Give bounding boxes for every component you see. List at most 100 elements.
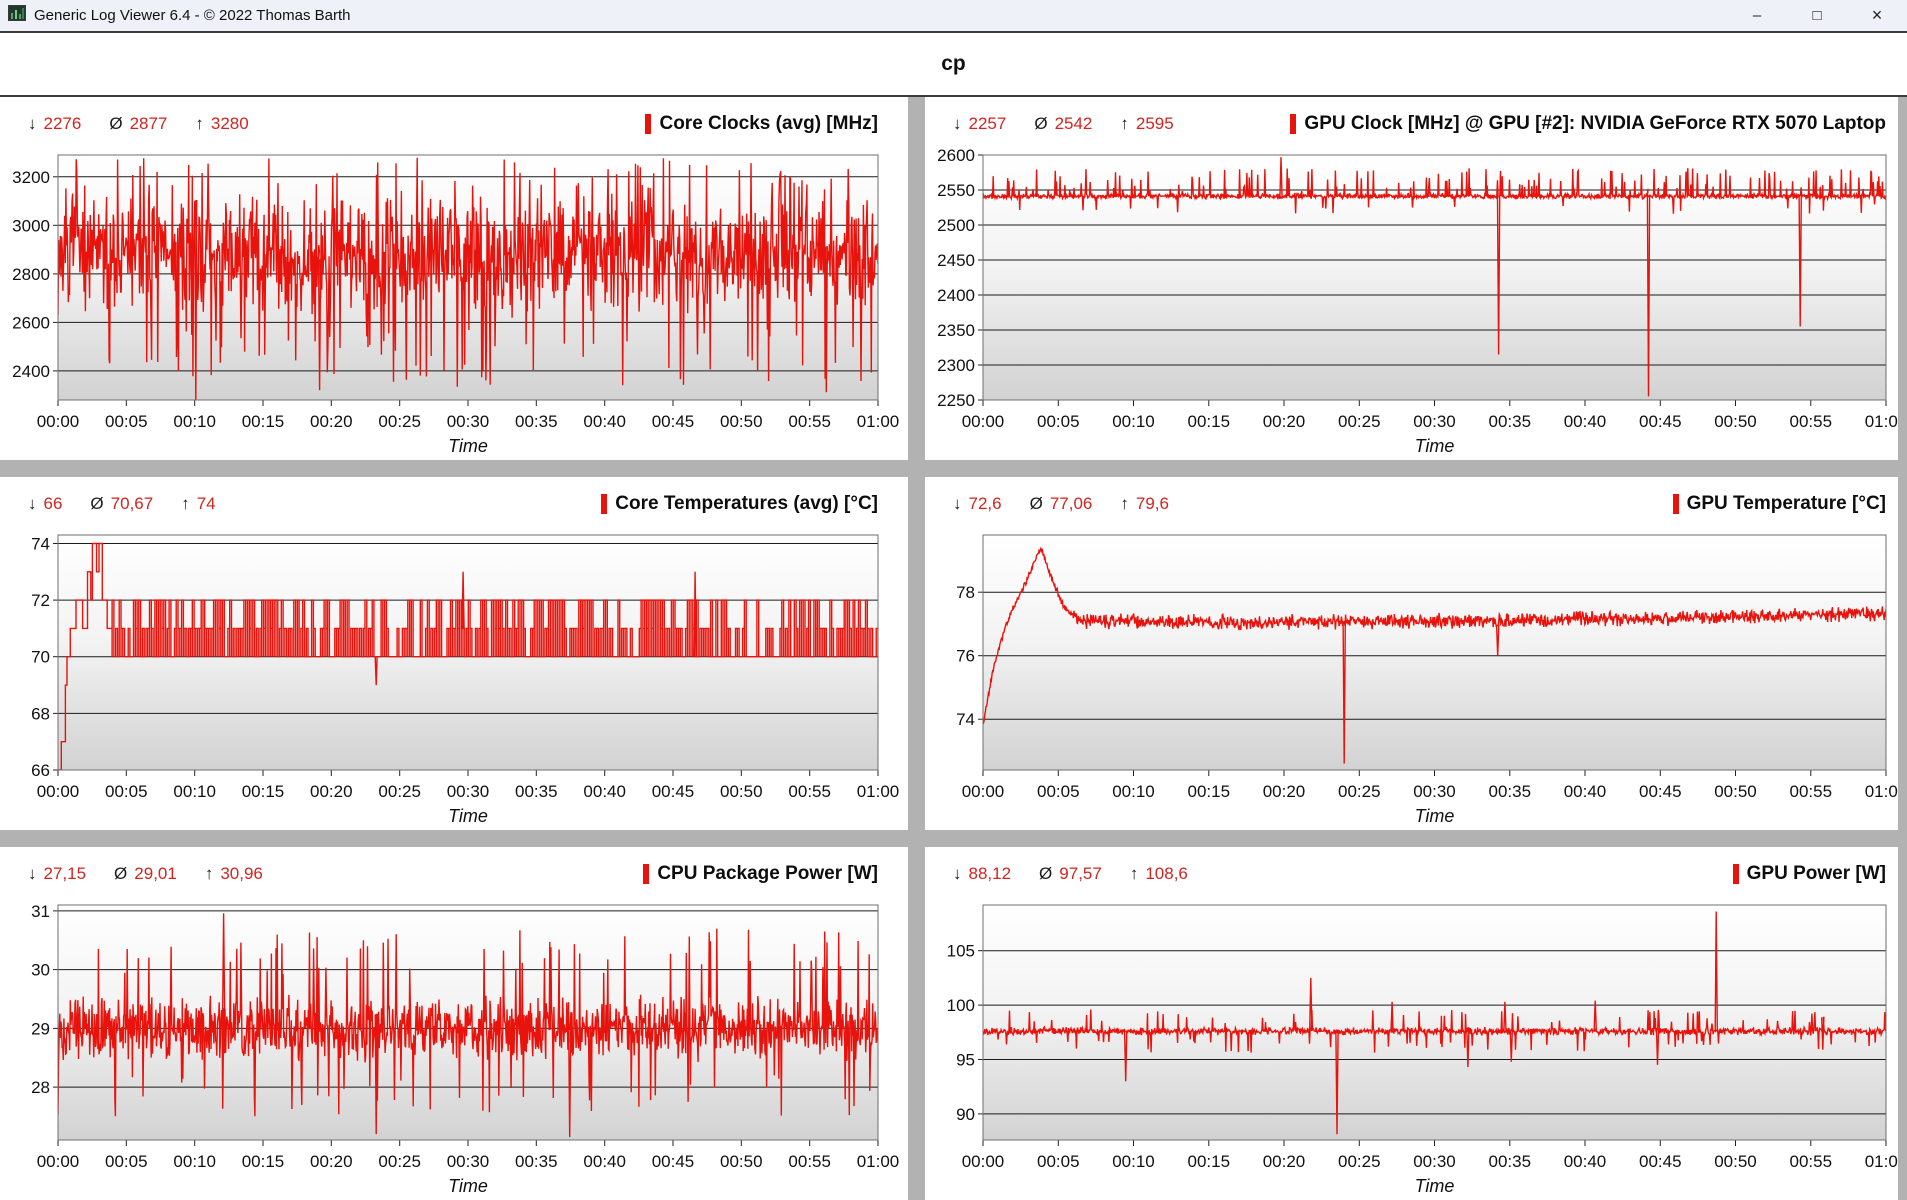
svg-text:00:30: 00:30 xyxy=(447,782,490,801)
svg-text:00:30: 00:30 xyxy=(1413,782,1456,801)
stat-avg: 70,67 xyxy=(110,494,154,513)
svg-text:00:50: 00:50 xyxy=(720,412,763,431)
svg-text:00:40: 00:40 xyxy=(1564,412,1607,431)
svg-text:01:00: 01:00 xyxy=(857,782,900,801)
stat-min: 2257 xyxy=(968,114,1007,133)
svg-text:00:25: 00:25 xyxy=(378,1152,421,1171)
svg-text:00:25: 00:25 xyxy=(1338,1152,1381,1171)
stat-avg: 77,06 xyxy=(1049,494,1093,513)
svg-text:2800: 2800 xyxy=(12,265,50,284)
maximize-button[interactable]: □ xyxy=(1787,0,1847,31)
svg-text:2550: 2550 xyxy=(937,181,975,200)
svg-text:00:00: 00:00 xyxy=(962,1152,1005,1171)
chart-legend: Core Clocks (avg) [MHz] xyxy=(645,113,878,135)
chart-stats: ↓ 27,15 Ø 29,01 ↑ 30,96 xyxy=(28,864,263,884)
stat-min: 88,12 xyxy=(968,864,1012,883)
chart-legend: CPU Package Power [W] xyxy=(643,863,878,885)
svg-text:00:55: 00:55 xyxy=(1790,782,1833,801)
svg-text:00:35: 00:35 xyxy=(1489,412,1532,431)
chart-panel-gpu-power: ↓ 88,12 Ø 97,57 ↑ 108,6 GPU Power [W] 90 95 1… xyxy=(925,847,1898,1200)
minimize-button[interactable]: – xyxy=(1727,0,1787,31)
stat-min: 66 xyxy=(43,494,63,513)
svg-text:Time: Time xyxy=(1415,436,1455,456)
svg-text:Time: Time xyxy=(448,436,488,456)
chart-plot-core-clocks[interactable]: 2400 2600 2800 3000 3200 00:00 00:05 00:10 00:15… xyxy=(0,147,908,460)
chart-plot-gpu-clock[interactable]: 2250 2300 2350 2400 2450 2500 2550 2600 00:00 00:… xyxy=(925,147,1898,460)
svg-text:00:55: 00:55 xyxy=(1790,412,1833,431)
stat-avg: 97,57 xyxy=(1059,864,1102,883)
chart-header: ↓ 72,6 Ø 77,06 ↑ 79,6 GPU Temperature [°C] xyxy=(925,481,1898,527)
svg-text:2600: 2600 xyxy=(12,313,50,332)
svg-text:00:50: 00:50 xyxy=(1714,412,1757,431)
svg-text:95: 95 xyxy=(956,1051,975,1070)
avg-icon: Ø xyxy=(109,114,123,133)
svg-text:00:40: 00:40 xyxy=(583,412,626,431)
stat-avg: 2542 xyxy=(1054,114,1093,133)
svg-text:3200: 3200 xyxy=(12,168,50,187)
svg-text:2350: 2350 xyxy=(937,321,975,340)
svg-text:00:30: 00:30 xyxy=(447,412,490,431)
chart-plot-cpu-package-power[interactable]: 28 29 30 31 00:00 00:05 00:10 00:15 00:20 00:25 00… xyxy=(0,897,908,1200)
svg-text:00:10: 00:10 xyxy=(1112,412,1155,431)
page-title-text: cp xyxy=(941,52,966,75)
chart-title: Core Clocks (avg) [MHz] xyxy=(659,113,878,134)
svg-text:00:20: 00:20 xyxy=(310,782,353,801)
svg-text:01:00: 01:00 xyxy=(1865,412,1898,431)
svg-text:00:15: 00:15 xyxy=(242,412,285,431)
chart-plot-gpu-temperature[interactable]: 74 76 78 00:00 00:05 00:10 00:15 00:20 00:25 00:3… xyxy=(925,527,1898,830)
svg-text:00:05: 00:05 xyxy=(1037,412,1080,431)
svg-text:01:00: 01:00 xyxy=(1865,782,1898,801)
svg-text:00:05: 00:05 xyxy=(105,1152,148,1171)
stat-min: 27,15 xyxy=(43,864,87,883)
avg-icon: Ø xyxy=(114,864,128,883)
svg-text:00:55: 00:55 xyxy=(788,412,831,431)
close-button[interactable]: × xyxy=(1847,0,1907,31)
charts-grid: ↓ 2276 Ø 2877 ↑ 3280 Core Clocks (avg) [MHz… xyxy=(0,97,1907,1200)
svg-text:00:05: 00:05 xyxy=(1037,782,1080,801)
svg-text:00:45: 00:45 xyxy=(1639,412,1682,431)
window-title: Generic Log Viewer 6.4 - © 2022 Thomas B… xyxy=(34,7,351,24)
svg-text:00:00: 00:00 xyxy=(962,412,1005,431)
stat-max: 74 xyxy=(196,494,216,513)
max-arrow-icon: ↑ xyxy=(1120,114,1129,133)
chart-legend: GPU Temperature [°C] xyxy=(1672,493,1886,515)
svg-text:00:55: 00:55 xyxy=(1790,1152,1833,1171)
svg-text:2500: 2500 xyxy=(937,216,975,235)
svg-text:00:45: 00:45 xyxy=(1639,1152,1682,1171)
avg-icon: Ø xyxy=(90,494,104,513)
svg-text:00:00: 00:00 xyxy=(37,412,80,431)
chart-stats: ↓ 2257 Ø 2542 ↑ 2595 xyxy=(953,114,1174,134)
max-arrow-icon: ↑ xyxy=(204,864,214,883)
legend-color-bar xyxy=(643,864,650,884)
svg-text:00:25: 00:25 xyxy=(1338,412,1381,431)
svg-text:68: 68 xyxy=(31,704,50,723)
svg-text:2300: 2300 xyxy=(937,356,975,375)
svg-text:Time: Time xyxy=(448,1176,488,1196)
svg-text:00:00: 00:00 xyxy=(37,782,80,801)
svg-text:00:50: 00:50 xyxy=(720,1152,763,1171)
chart-plot-core-temperatures[interactable]: 66 68 70 72 74 00:00 00:05 00:10 00:15 00:20 00:25… xyxy=(0,527,908,830)
app-icon xyxy=(8,5,26,26)
legend-color-bar xyxy=(601,494,608,514)
svg-text:00:25: 00:25 xyxy=(378,412,421,431)
chart-plot-gpu-power[interactable]: 90 95 100 105 00:00 00:05 00:10 00:15 00:20 00:25… xyxy=(925,897,1898,1200)
chart-header: ↓ 88,12 Ø 97,57 ↑ 108,6 GPU Power [W] xyxy=(925,851,1898,897)
chart-stats: ↓ 88,12 Ø 97,57 ↑ 108,6 xyxy=(953,864,1188,884)
window-controls: – □ × xyxy=(1727,0,1907,31)
svg-text:70: 70 xyxy=(31,648,50,667)
svg-text:00:10: 00:10 xyxy=(173,782,216,801)
chart-panel-core-temperatures: ↓ 66 Ø 70,67 ↑ 74 Core Temperatures (avg) [… xyxy=(0,477,908,830)
svg-text:31: 31 xyxy=(31,902,50,921)
svg-text:74: 74 xyxy=(31,535,50,554)
svg-text:00:30: 00:30 xyxy=(1413,1152,1456,1171)
stat-max: 30,96 xyxy=(220,864,263,883)
chart-header: ↓ 66 Ø 70,67 ↑ 74 Core Temperatures (avg) [… xyxy=(0,481,908,527)
chart-header: ↓ 2276 Ø 2877 ↑ 3280 Core Clocks (avg) [MHz… xyxy=(0,101,908,147)
svg-text:00:25: 00:25 xyxy=(1338,782,1381,801)
stat-max: 3280 xyxy=(210,114,249,133)
chart-legend: Core Temperatures (avg) [°C] xyxy=(601,493,878,515)
avg-icon: Ø xyxy=(1029,494,1043,513)
svg-text:00:20: 00:20 xyxy=(310,1152,353,1171)
svg-text:00:10: 00:10 xyxy=(173,412,216,431)
stat-min: 2276 xyxy=(43,114,82,133)
